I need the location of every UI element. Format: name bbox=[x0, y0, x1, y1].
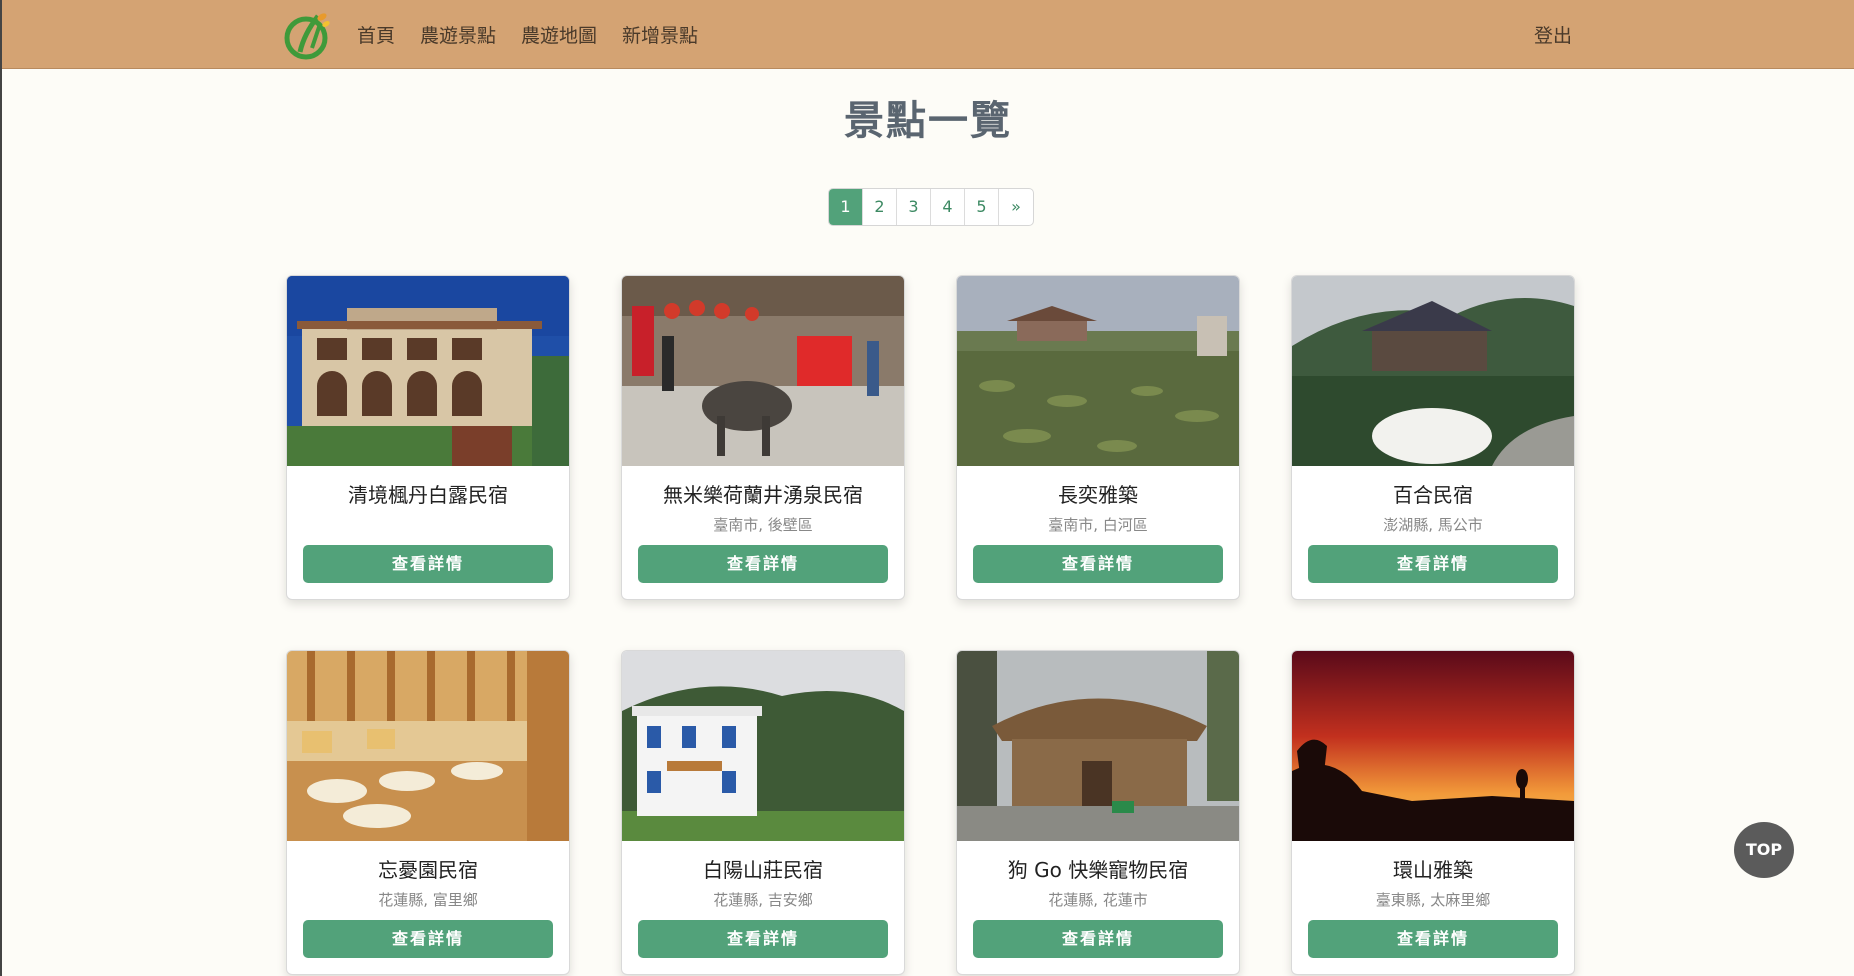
view-details-button[interactable]: 查看詳情 bbox=[638, 920, 888, 958]
page-3-button[interactable]: 3 bbox=[897, 189, 931, 225]
attraction-card: 無米樂荷蘭井湧泉民宿 臺南市, 後壁區 查看詳情 bbox=[621, 275, 905, 600]
card-title: 無米樂荷蘭井湧泉民宿 bbox=[663, 483, 863, 507]
page-1-button[interactable]: 1 bbox=[829, 189, 863, 225]
attraction-card: 百合民宿 澎湖縣, 馬公市 查看詳情 bbox=[1291, 275, 1575, 600]
attraction-card: 狗 Go 快樂寵物民宿 花蓮縣, 花蓮市 查看詳情 bbox=[956, 650, 1240, 975]
white-villa-photo[interactable] bbox=[622, 651, 904, 841]
card-location: 臺南市, 後壁區 bbox=[713, 516, 813, 534]
page-title: 景點一覽 bbox=[844, 98, 1012, 144]
card-location: 臺南市, 白河區 bbox=[1048, 516, 1148, 534]
card-title: 環山雅築 bbox=[1393, 858, 1473, 882]
attraction-card: 白陽山莊民宿 花蓮縣, 吉安鄉 查看詳情 bbox=[621, 650, 905, 975]
nav-map[interactable]: 農遊地圖 bbox=[521, 21, 597, 48]
attraction-card: 忘憂園民宿 花蓮縣, 富里鄉 查看詳情 bbox=[286, 650, 570, 975]
nav-add-attraction[interactable]: 新增景點 bbox=[622, 21, 698, 48]
sunset-coast-photo[interactable] bbox=[1292, 651, 1574, 841]
back-to-top-button[interactable]: TOP bbox=[1734, 822, 1794, 878]
view-details-button[interactable]: 查看詳情 bbox=[973, 920, 1223, 958]
navbar: 首頁 農遊景點 農遊地圖 新增景點 登出 bbox=[2, 0, 1854, 69]
card-title: 清境楓丹白露民宿 bbox=[348, 483, 508, 507]
view-details-button[interactable]: 查看詳情 bbox=[303, 920, 553, 958]
page-4-button[interactable]: 4 bbox=[931, 189, 965, 225]
attraction-card: 清境楓丹白露民宿 查看詳情 bbox=[286, 275, 570, 600]
lotus-pond-photo[interactable] bbox=[957, 276, 1239, 466]
card-title: 狗 Go 快樂寵物民宿 bbox=[1007, 858, 1189, 882]
view-details-button[interactable]: 查看詳情 bbox=[303, 545, 553, 583]
card-location: 澎湖縣, 馬公市 bbox=[1383, 516, 1483, 534]
attraction-card: 長奕雅築 臺南市, 白河區 查看詳情 bbox=[956, 275, 1240, 600]
page-5-button[interactable]: 5 bbox=[965, 189, 999, 225]
card-title: 百合民宿 bbox=[1393, 483, 1473, 507]
bunk-room-photo[interactable] bbox=[287, 651, 569, 841]
next-page-button[interactable]: » bbox=[999, 189, 1033, 225]
leaf-logo-icon[interactable] bbox=[282, 8, 334, 60]
card-location: 花蓮縣, 富里鄉 bbox=[378, 891, 478, 909]
water-buffalo-cart-photo[interactable] bbox=[622, 276, 904, 466]
view-details-button[interactable]: 查看詳情 bbox=[1308, 545, 1558, 583]
card-title: 白陽山莊民宿 bbox=[703, 858, 823, 882]
attraction-card: 環山雅築 臺東縣, 太麻里鄉 查看詳情 bbox=[1291, 650, 1575, 975]
card-location: 花蓮縣, 吉安鄉 bbox=[713, 891, 813, 909]
card-title: 長奕雅築 bbox=[1058, 483, 1138, 507]
thatched-hut-photo[interactable] bbox=[957, 651, 1239, 841]
view-details-button[interactable]: 查看詳情 bbox=[973, 545, 1223, 583]
page-2-button[interactable]: 2 bbox=[863, 189, 897, 225]
pagination: 1 2 3 4 5 » bbox=[828, 188, 1034, 226]
mountain-house-photo[interactable] bbox=[1292, 276, 1574, 466]
nav-attractions[interactable]: 農遊景點 bbox=[420, 21, 496, 48]
card-location: 花蓮縣, 花蓮市 bbox=[1048, 891, 1148, 909]
nav-links: 首頁 農遊景點 農遊地圖 新增景點 bbox=[357, 0, 698, 68]
card-location bbox=[287, 515, 569, 535]
nav-home[interactable]: 首頁 bbox=[357, 21, 395, 48]
card-location: 臺東縣, 太麻里鄉 bbox=[1375, 891, 1491, 909]
view-details-button[interactable]: 查看詳情 bbox=[638, 545, 888, 583]
logout-link[interactable]: 登出 bbox=[1534, 21, 1572, 48]
view-details-button[interactable]: 查看詳情 bbox=[1308, 920, 1558, 958]
european-villa-photo[interactable] bbox=[287, 276, 569, 466]
card-title: 忘憂園民宿 bbox=[378, 858, 478, 882]
